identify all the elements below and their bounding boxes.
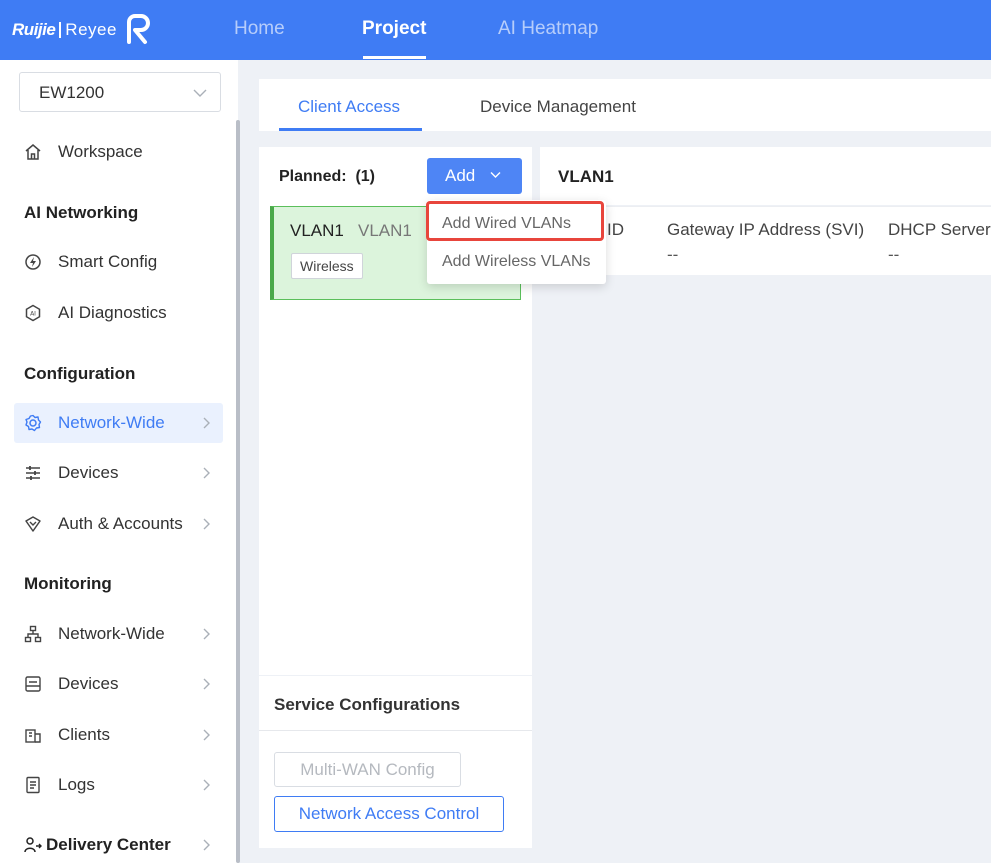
- cell-gateway: --: [667, 245, 679, 264]
- sidebar-item-logs[interactable]: Logs: [14, 765, 223, 805]
- sidebar: EW1200 Workspace AI Networking Smart Con…: [0, 60, 238, 863]
- vlan-detail-table: ID Gateway IP Address (SVI) DHCP Server …: [540, 206, 991, 275]
- section-title-monitoring: Monitoring: [24, 574, 112, 593]
- chevron-right-icon: [203, 779, 210, 791]
- vlan-name: VLAN1: [290, 221, 344, 240]
- topology-icon: [24, 625, 42, 643]
- brand-primary: Ruijie: [12, 20, 56, 39]
- sidebar-scrollbar[interactable]: [236, 120, 240, 863]
- section-title-ai-networking: AI Networking: [24, 203, 139, 222]
- sidebar-item-label: Devices: [58, 463, 119, 482]
- sidebar-item-config-network-wide[interactable]: Network-Wide: [14, 403, 223, 443]
- ai-diagnostics-icon: AI: [25, 304, 41, 322]
- tab-client-access[interactable]: Client Access: [298, 97, 400, 117]
- sidebar-item-workspace[interactable]: Workspace: [14, 132, 223, 172]
- device-select[interactable]: EW1200: [19, 72, 221, 112]
- network-access-control-button[interactable]: Network Access Control: [274, 796, 504, 832]
- chevron-right-icon: [203, 628, 210, 640]
- smart-config-icon: [25, 254, 41, 270]
- chevron-right-icon: [203, 417, 210, 429]
- tab-device-management[interactable]: Device Management: [480, 97, 636, 117]
- gear-icon: [25, 414, 42, 432]
- sidebar-item-label: Smart Config: [58, 252, 158, 271]
- chevron-right-icon: [203, 467, 210, 479]
- vlan-subname: VLAN1: [358, 221, 412, 240]
- sliders-icon: [26, 466, 40, 480]
- brand-secondary: Reyee: [65, 20, 117, 39]
- tab-bar: Client Access Device Management: [259, 79, 991, 131]
- add-button[interactable]: Add: [427, 158, 522, 194]
- planned-label: Planned: (1): [279, 168, 376, 185]
- add-button-label: Add: [445, 166, 476, 185]
- cell-dhcp: --: [888, 245, 900, 264]
- divider: [259, 730, 532, 731]
- sidebar-item-smart-config[interactable]: Smart Config: [14, 242, 223, 282]
- nav-project[interactable]: Project: [362, 18, 426, 40]
- column-header-dhcp: DHCP Server: [888, 220, 991, 239]
- menu-item-add-wireless-vlans[interactable]: Add Wireless VLANs: [442, 253, 591, 271]
- top-nav-bar: Ruijie Reyee Home Project AI Heatmap: [0, 0, 991, 60]
- sidebar-item-config-devices[interactable]: Devices: [14, 453, 223, 493]
- sidebar-item-ai-diagnostics[interactable]: AI AI Diagnostics: [14, 293, 223, 333]
- sidebar-item-label: AI Diagnostics: [58, 303, 167, 322]
- svg-text:AI: AI: [30, 311, 36, 318]
- vlan-detail-header: VLAN1: [540, 147, 991, 205]
- service-title: Service Configurations: [274, 695, 461, 714]
- reyee-r-icon: [126, 14, 150, 44]
- nav-home[interactable]: Home: [234, 18, 285, 40]
- chevron-right-icon: [203, 839, 210, 851]
- highlight-box: [426, 201, 604, 241]
- brand-separator: [59, 22, 62, 38]
- tab-active-indicator: [279, 128, 422, 131]
- home-icon: [25, 144, 41, 160]
- sidebar-item-delivery-center[interactable]: Delivery Center: [14, 825, 223, 863]
- chevron-right-icon: [203, 678, 210, 690]
- sidebar-item-clients[interactable]: Clients: [14, 715, 223, 755]
- service-configurations-panel: Service Configurations Multi-WAN Config …: [259, 676, 532, 848]
- delivery-icon: [24, 837, 42, 853]
- sidebar-item-auth-accounts[interactable]: Auth & Accounts: [14, 504, 223, 544]
- sidebar-item-label: Clients: [58, 725, 110, 744]
- sidebar-item-label: Delivery Center: [46, 835, 171, 854]
- planned-count: (1): [355, 168, 376, 185]
- vlan-detail-title: VLAN1: [558, 167, 614, 186]
- brand-logo[interactable]: Ruijie Reyee: [12, 10, 155, 50]
- vlan-type-tag: Wireless: [291, 253, 363, 279]
- multi-wan-config-button: Multi-WAN Config: [274, 752, 461, 787]
- nav-active-indicator: [363, 56, 426, 59]
- device-select-value: EW1200: [39, 83, 105, 102]
- chevron-down-icon: [490, 172, 501, 178]
- chevron-right-icon: [203, 518, 210, 530]
- device-icon: [25, 676, 41, 692]
- sidebar-item-label: Logs: [58, 775, 95, 794]
- sidebar-item-label: Auth & Accounts: [58, 514, 183, 533]
- sidebar-item-label: Network-Wide: [58, 624, 165, 643]
- sidebar-item-label: Devices: [58, 674, 119, 693]
- chevron-down-icon: [193, 89, 207, 97]
- logs-icon: [26, 776, 40, 794]
- sidebar-item-monitor-network-wide[interactable]: Network-Wide: [14, 614, 223, 654]
- column-header-gateway: Gateway IP Address (SVI): [667, 220, 865, 239]
- section-title-configuration: Configuration: [24, 364, 136, 383]
- clients-icon: [25, 729, 41, 743]
- column-header-id: ID: [607, 220, 624, 239]
- shield-icon: [25, 516, 41, 532]
- sidebar-item-label: Workspace: [58, 142, 143, 161]
- sidebar-item-monitor-devices[interactable]: Devices: [14, 664, 223, 704]
- chevron-right-icon: [203, 729, 210, 741]
- sidebar-item-label: Network-Wide: [58, 413, 165, 432]
- nav-ai-heatmap[interactable]: AI Heatmap: [498, 18, 598, 40]
